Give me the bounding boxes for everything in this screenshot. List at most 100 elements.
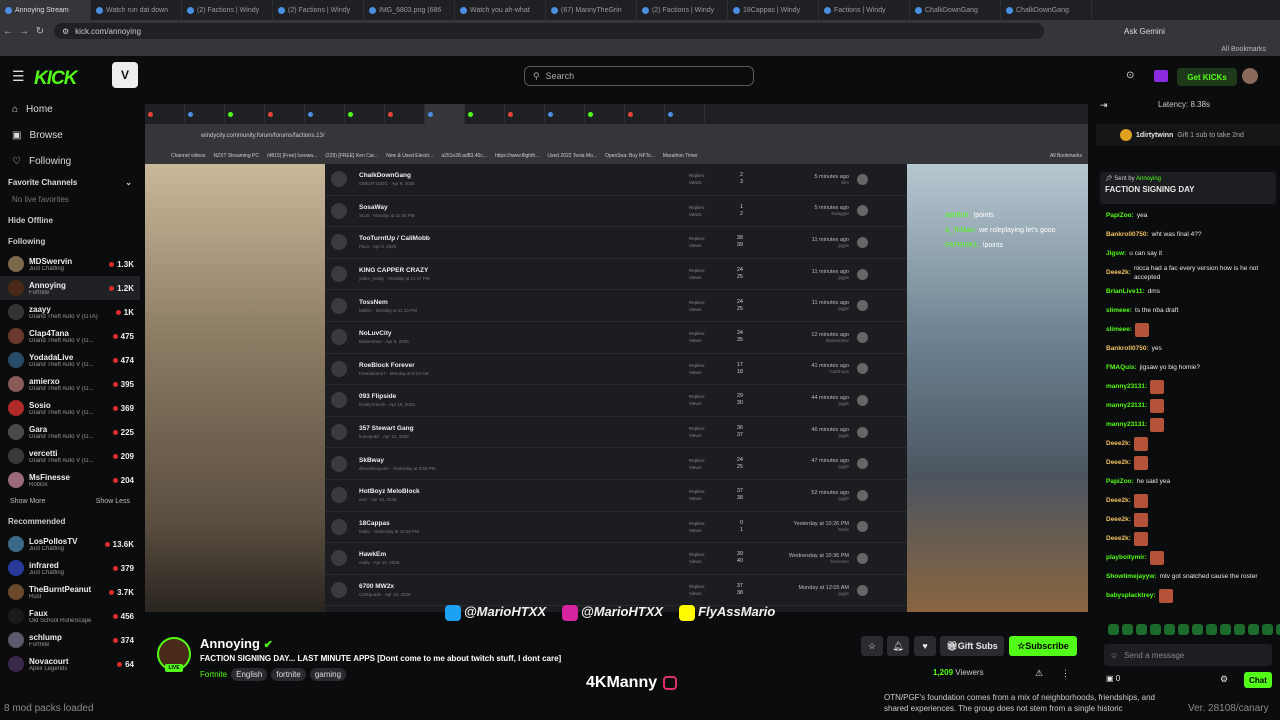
- emote-button[interactable]: [1150, 624, 1161, 635]
- channel-item[interactable]: LosPollosTV Just Chatting 13.6K: [0, 532, 140, 556]
- emote-button[interactable]: [1206, 624, 1217, 635]
- emote-button[interactable]: [1108, 624, 1119, 635]
- kick-logo[interactable]: KICK: [34, 68, 77, 90]
- subscribe-button[interactable]: ☆ Subscribe: [1009, 636, 1077, 656]
- site-info-icon[interactable]: ⚙: [62, 27, 69, 36]
- emote-button[interactable]: [1220, 624, 1231, 635]
- browser-tab[interactable]: Annoying Stream: [0, 0, 91, 20]
- channel-item[interactable]: Gara Grand Theft Auto V (G... 225: [0, 420, 140, 444]
- chat-username[interactable]: Bankroll0750:: [1106, 230, 1149, 239]
- show-less-button[interactable]: Show Less: [96, 498, 130, 505]
- chat-username[interactable]: Bankroll0750:: [1106, 344, 1149, 353]
- streamer-name[interactable]: Annoying ✔: [200, 636, 273, 651]
- chat-username[interactable]: playboitymir:: [1106, 553, 1147, 562]
- chat-username[interactable]: Deee2k:: [1106, 458, 1131, 467]
- chat-input[interactable]: ☺ Send a message: [1104, 644, 1272, 666]
- channel-item[interactable]: Annoying Fortnite 1.2K: [0, 276, 140, 300]
- chat-username[interactable]: PapiZoo:: [1106, 211, 1134, 220]
- channel-item[interactable]: schlump Fortnite 374: [0, 628, 140, 652]
- emote-button[interactable]: [1192, 624, 1203, 635]
- chat-username[interactable]: Deee2k:: [1106, 515, 1131, 524]
- channel-item[interactable]: MsFinesse Roblox 204: [0, 468, 140, 492]
- menu-icon[interactable]: ☰: [12, 68, 25, 85]
- back-icon[interactable]: ←: [0, 26, 16, 37]
- browser-tab[interactable]: ChalkDownGang: [1001, 0, 1092, 20]
- chat-username[interactable]: babysplacktrey:: [1106, 591, 1156, 600]
- emote-button[interactable]: [1164, 624, 1175, 635]
- chat-username[interactable]: Deee2k:: [1106, 534, 1131, 543]
- chat-username[interactable]: Jigsw:: [1106, 249, 1126, 258]
- kicks-count[interactable]: ▣ 0: [1106, 674, 1120, 683]
- all-bookmarks[interactable]: All Bookmarks: [1221, 46, 1266, 53]
- show-more-button[interactable]: Show More: [10, 498, 45, 505]
- channel-item[interactable]: Faux Old School RuneScape 456: [0, 604, 140, 628]
- browser-tab[interactable]: Watch run dat down: [91, 0, 182, 20]
- tag-english[interactable]: English: [231, 668, 268, 681]
- channel-item[interactable]: Novacourt Apex Legends 64: [0, 652, 140, 676]
- sidebar-nav-home[interactable]: ⌂ Home: [0, 96, 140, 122]
- category-link[interactable]: Fortnite: [200, 668, 227, 681]
- browser-tab[interactable]: (2) Factions | Windy: [182, 0, 273, 20]
- emote-button[interactable]: [1122, 624, 1133, 635]
- browser-tab[interactable]: ChalkDownGang: [910, 0, 1001, 20]
- tag-fortnite[interactable]: fortnite: [271, 668, 306, 681]
- ask-gemini-button[interactable]: Ask Gemini: [1124, 27, 1165, 36]
- gift-subs-button[interactable]: 🎁︎ Gift Subs: [940, 636, 1004, 656]
- browser-tab[interactable]: (2) Factions | Windy: [273, 0, 364, 20]
- forward-icon[interactable]: →: [16, 26, 32, 37]
- emote-button[interactable]: [1136, 624, 1147, 635]
- warning-icon[interactable]: ⚠: [1035, 668, 1043, 679]
- chat-username[interactable]: slimeee:: [1106, 325, 1132, 334]
- user-avatar[interactable]: [1242, 68, 1258, 84]
- chat-username[interactable]: PapiZoo:: [1106, 477, 1134, 486]
- emote-button[interactable]: [1262, 624, 1273, 635]
- video-player[interactable]: windycity.community.forum/forums/faction…: [145, 104, 1088, 612]
- favorite-channels-header[interactable]: Favorite Channels ⌄: [0, 174, 140, 193]
- reload-icon[interactable]: ↻: [32, 26, 48, 37]
- send-chat-button[interactable]: Chat: [1244, 672, 1272, 688]
- notification-bell-icon[interactable]: 🔔︎: [887, 636, 909, 656]
- chat-username[interactable]: slimeee:: [1106, 306, 1132, 315]
- channel-item[interactable]: Clap4Tana Grand Theft Auto V (G... 475: [0, 324, 140, 348]
- channel-item[interactable]: MDSwervin Just Chatting 1.3K: [0, 252, 140, 276]
- collapse-chat-icon[interactable]: ⇥: [1100, 100, 1108, 111]
- sidebar-nav-following[interactable]: ♡ Following: [0, 148, 140, 174]
- emote-button[interactable]: [1248, 624, 1259, 635]
- chat-username[interactable]: BrianLive11:: [1106, 287, 1145, 296]
- channel-item[interactable]: Sosio Grand Theft Auto V (G... 369: [0, 396, 140, 420]
- get-kicks-button[interactable]: Get KICKs: [1177, 68, 1237, 86]
- browser-tab[interactable]: IMG_6803.png (686: [364, 0, 455, 20]
- notifications-icon[interactable]: ⊙: [1126, 70, 1134, 81]
- chat-username[interactable]: Deee2k:: [1106, 268, 1131, 277]
- emote-picker-icon[interactable]: ☺: [1110, 651, 1118, 660]
- browser-tab[interactable]: (67) MannyTheGrin: [546, 0, 637, 20]
- browser-tab[interactable]: 18Cappas | Windy: [728, 0, 819, 20]
- chat-username[interactable]: manny23131:: [1106, 420, 1147, 429]
- app-icon[interactable]: V: [112, 62, 138, 88]
- more-options-icon[interactable]: ⋮: [1061, 668, 1070, 679]
- chat-username[interactable]: manny23131:: [1106, 401, 1147, 410]
- search-input[interactable]: ⚲ Search: [524, 66, 754, 86]
- channel-item[interactable]: zaayy Grand Theft Auto V (GTA) 1K: [0, 300, 140, 324]
- pinned-message[interactable]: 📌︎ Sent by Annoying FACTION SIGNING DAY: [1100, 172, 1276, 204]
- emote-button[interactable]: [1178, 624, 1189, 635]
- chat-username[interactable]: Deee2k:: [1106, 496, 1131, 505]
- favorite-star-icon[interactable]: ☆: [861, 636, 883, 656]
- channel-item[interactable]: infrared Just Chatting 379: [0, 556, 140, 580]
- emote-button[interactable]: [1276, 624, 1280, 635]
- channel-item[interactable]: YodadaLive Grand Theft Auto V (G... 474: [0, 348, 140, 372]
- channel-item[interactable]: vercetti Grand Theft Auto V (G... 209: [0, 444, 140, 468]
- chat-settings-icon[interactable]: ⚙: [1220, 674, 1228, 685]
- tag-gaming[interactable]: gaming: [309, 668, 347, 681]
- browser-tab[interactable]: Factions | Windy: [819, 0, 910, 20]
- chat-username[interactable]: Deee2k:: [1106, 439, 1131, 448]
- url-field[interactable]: ⚙ kick.com/annoying: [54, 23, 1044, 39]
- channel-item[interactable]: amierxo Grand Theft Auto V (G... 395: [0, 372, 140, 396]
- emote-button[interactable]: [1234, 624, 1245, 635]
- channel-item[interactable]: TheBurntPeanut Rust 3.7K: [0, 580, 140, 604]
- chat-username[interactable]: manny23131:: [1106, 382, 1147, 391]
- browser-tab[interactable]: (2) Factions | Windy: [637, 0, 728, 20]
- chat-username[interactable]: Showtimejayyw:: [1106, 572, 1157, 581]
- chat-username[interactable]: FMAQuis:: [1106, 363, 1137, 372]
- browser-tab[interactable]: Watch you ah-what: [455, 0, 546, 20]
